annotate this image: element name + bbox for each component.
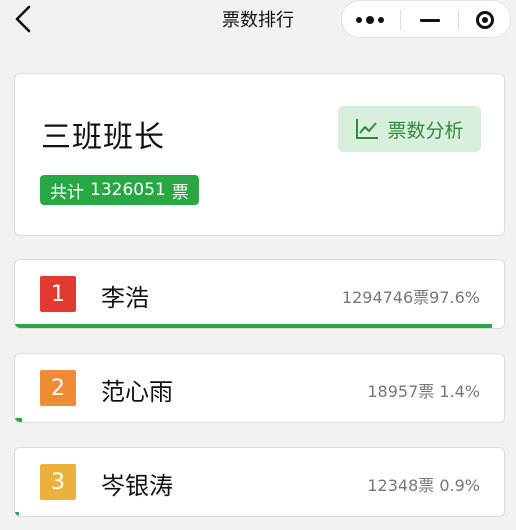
vote-stat: 12348票 0.9% xyxy=(367,476,480,495)
vote-stat: 1294746票97.6% xyxy=(341,288,480,307)
target-close-icon xyxy=(476,11,494,29)
total-prefix: 共计 xyxy=(50,182,84,203)
minimize-icon xyxy=(420,18,440,22)
summary-card: 三班班长 共计 1326051 票 票数分析 xyxy=(14,73,505,236)
rank-badge: 2 xyxy=(40,370,76,406)
rank-badge: 1 xyxy=(40,276,76,312)
candidate-name: 李浩 xyxy=(101,284,149,312)
nav-bar: 票数排行 xyxy=(0,0,516,40)
total-votes-value: 1326051 xyxy=(90,180,166,200)
vote-stat: 18957票 1.4% xyxy=(367,382,480,401)
candidate-name: 范心雨 xyxy=(101,378,173,406)
line-chart-icon xyxy=(356,119,379,139)
vote-analysis-button[interactable]: 票数分析 xyxy=(338,106,481,152)
capsule-divider xyxy=(458,10,459,30)
minimize-button[interactable] xyxy=(402,1,458,39)
rank-card-3[interactable]: 3 岑银涛 12348票 0.9% xyxy=(14,447,505,517)
vote-share-bar xyxy=(15,418,22,422)
capsule-divider xyxy=(400,10,401,30)
mini-program-capsule xyxy=(341,0,511,38)
vote-share-bar xyxy=(15,512,20,516)
more-button[interactable] xyxy=(342,1,398,39)
candidate-name: 岑银涛 xyxy=(101,472,173,500)
rank-card-2[interactable]: 2 范心雨 18957票 1.4% xyxy=(14,353,505,423)
vote-analysis-label: 票数分析 xyxy=(387,119,464,142)
more-dots-icon xyxy=(356,15,384,24)
total-unit: 票 xyxy=(171,182,189,203)
rank-badge: 3 xyxy=(40,464,76,500)
close-button[interactable] xyxy=(460,1,510,39)
total-votes-badge: 共计 1326051 票 xyxy=(40,175,199,205)
vote-share-bar xyxy=(15,324,493,328)
rank-card-1[interactable]: 1 李浩 1294746票97.6% xyxy=(14,259,505,329)
group-title: 三班班长 xyxy=(41,120,165,155)
